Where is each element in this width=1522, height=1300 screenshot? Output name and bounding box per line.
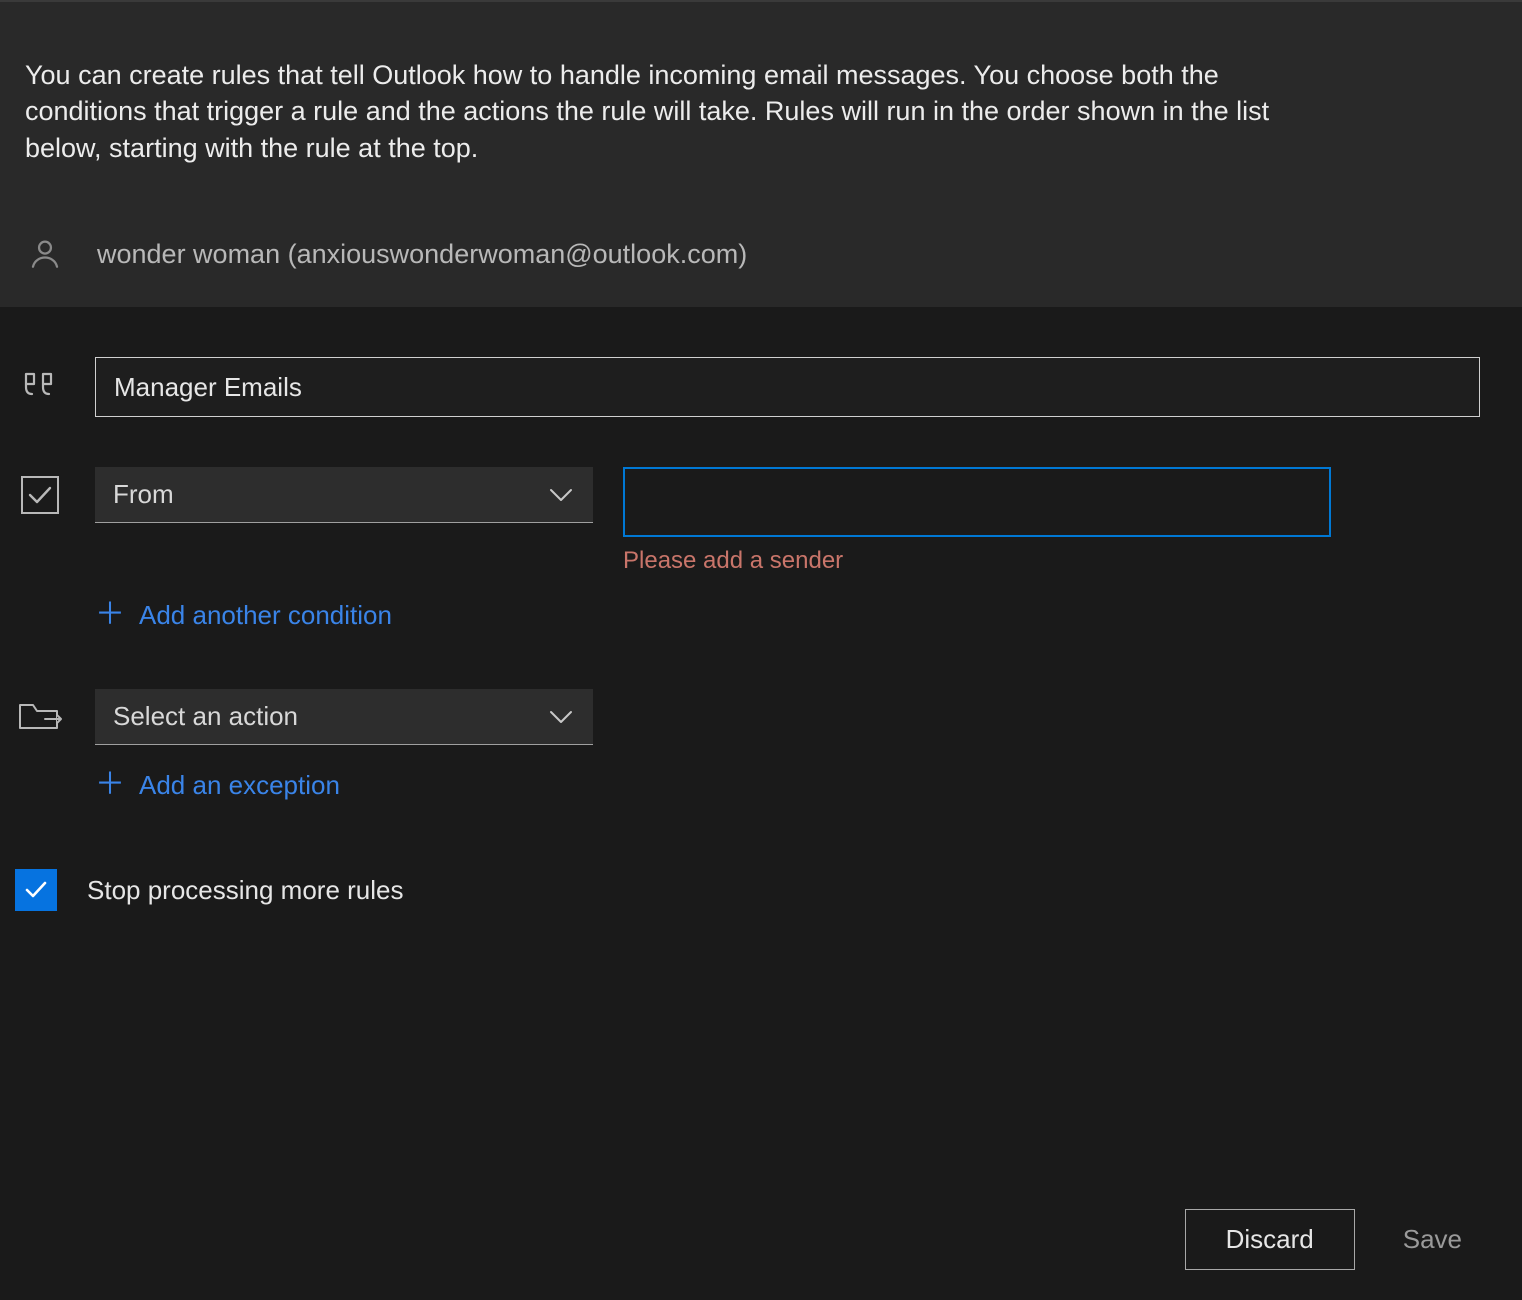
rule-name-input[interactable] xyxy=(95,357,1480,417)
sender-input[interactable] xyxy=(623,467,1331,537)
stop-processing-label: Stop processing more rules xyxy=(87,875,403,906)
plus-icon: ＋ xyxy=(95,770,125,800)
person-icon xyxy=(25,236,65,272)
header-section: You can create rules that tell Outlook h… xyxy=(0,2,1522,307)
spacer xyxy=(15,763,65,819)
add-condition-link[interactable]: ＋ Add another condition xyxy=(95,593,392,637)
account-row: wonder woman (anxiouswonderwoman@outlook… xyxy=(25,236,1497,272)
save-button[interactable]: Save xyxy=(1403,1224,1462,1255)
quote-icon xyxy=(15,357,65,413)
spacer xyxy=(15,593,65,649)
checkmark-icon xyxy=(22,876,50,904)
account-label: wonder woman (anxiouswonderwoman@outlook… xyxy=(97,239,747,270)
footer-actions: Discard Save xyxy=(1185,1179,1522,1300)
chevron-down-icon xyxy=(549,488,573,502)
add-condition-label: Add another condition xyxy=(139,600,392,631)
add-exception-link[interactable]: ＋ Add an exception xyxy=(95,763,340,807)
chevron-down-icon xyxy=(549,710,573,724)
sender-error: Please add a sender xyxy=(623,547,1331,575)
action-select[interactable]: Select an action xyxy=(95,689,593,745)
condition-select[interactable]: From xyxy=(95,467,593,523)
add-exception-row: ＋ Add an exception xyxy=(15,763,1497,819)
rule-editor-body: From Please add a sender ＋ Add another c… xyxy=(0,307,1522,911)
condition-row: From Please add a sender xyxy=(15,467,1497,575)
rule-name-row xyxy=(15,357,1497,417)
action-select-value: Select an action xyxy=(113,701,298,732)
plus-icon: ＋ xyxy=(95,600,125,630)
discard-button[interactable]: Discard xyxy=(1185,1209,1355,1270)
action-row: Select an action xyxy=(15,689,1497,745)
condition-select-value: From xyxy=(113,479,174,510)
folder-move-icon xyxy=(15,689,65,745)
add-exception-label: Add an exception xyxy=(139,770,340,801)
stop-processing-checkbox[interactable] xyxy=(15,869,57,911)
checkbox-outline-icon xyxy=(15,467,65,523)
add-condition-row: ＋ Add another condition xyxy=(15,593,1497,649)
stop-processing-row: Stop processing more rules xyxy=(15,869,1497,911)
rules-description: You can create rules that tell Outlook h… xyxy=(25,57,1305,166)
